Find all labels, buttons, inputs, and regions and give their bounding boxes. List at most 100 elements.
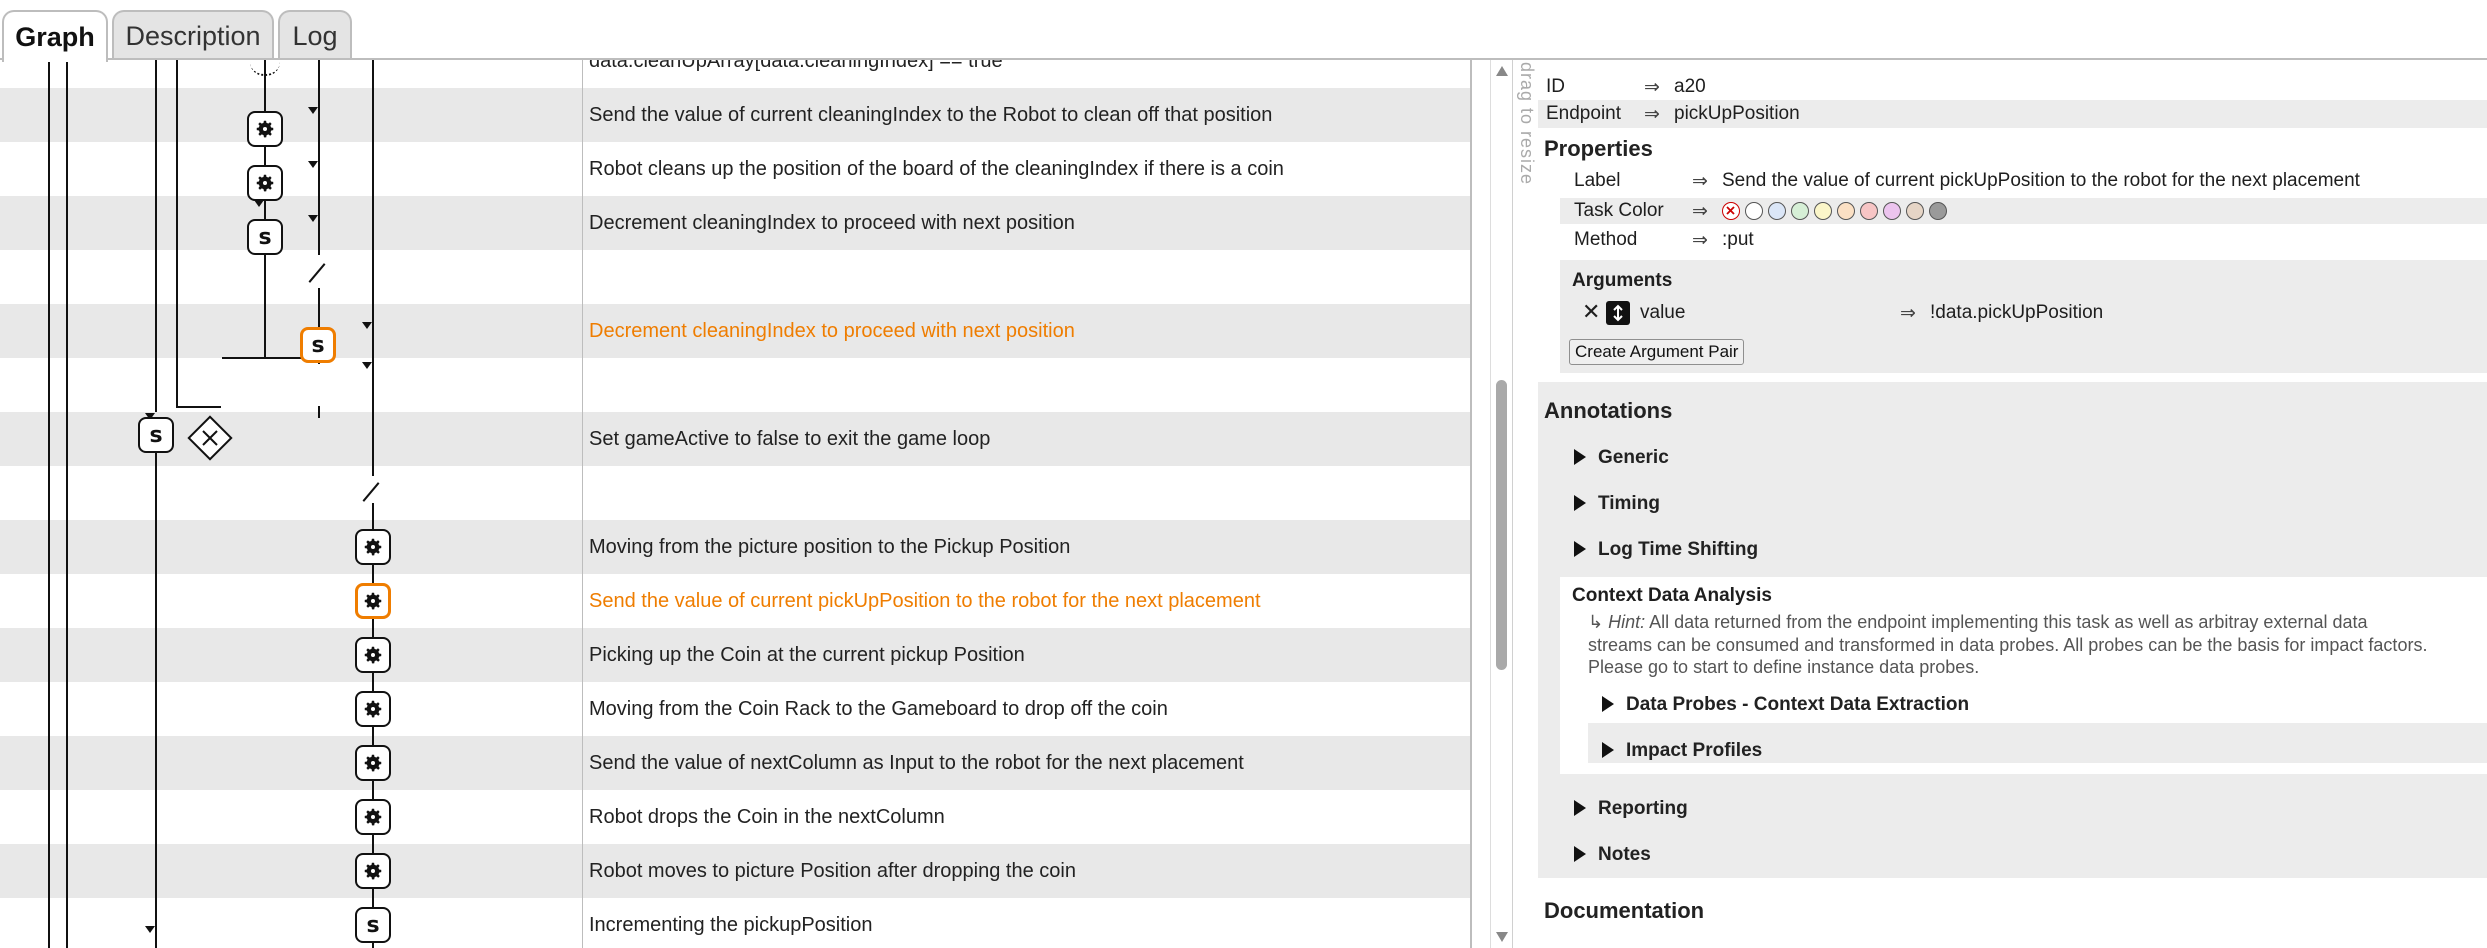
- graph-row[interactable]: Send the value of nextColumn as Input to…: [0, 736, 1470, 790]
- tab-log[interactable]: Log: [278, 10, 352, 60]
- scroll-thumb[interactable]: [1496, 380, 1507, 670]
- task-node-service[interactable]: [355, 691, 391, 727]
- task-node-service[interactable]: [355, 745, 391, 781]
- task-node-service[interactable]: [247, 111, 283, 147]
- collapsible-section[interactable]: Notes: [1574, 835, 1651, 875]
- argument-value[interactable]: !data.pickUpPosition: [1930, 301, 2103, 325]
- flow-line: [155, 453, 157, 948]
- graph-row[interactable]: Send the value of current pickUpPosition…: [0, 574, 1470, 628]
- script-node[interactable]: s: [138, 417, 174, 453]
- row-label: Send the value of nextColumn as Input to…: [589, 752, 1244, 774]
- method-value[interactable]: :put: [1722, 228, 1754, 252]
- task-node-service[interactable]: [247, 165, 283, 201]
- no-color-swatch[interactable]: [1722, 201, 1740, 220]
- graph-row[interactable]: Send the value of current cleaningIndex …: [0, 88, 1470, 142]
- row-label: Robot moves to picture Position after dr…: [589, 860, 1076, 882]
- task-node-service[interactable]: [355, 637, 391, 673]
- flow-line: [66, 60, 68, 948]
- graph-row[interactable]: data.cleanUpArray[data.cleaningIndex] ==…: [0, 60, 1470, 88]
- argument-name[interactable]: value: [1640, 301, 1685, 325]
- color-swatch[interactable]: [1860, 201, 1878, 220]
- tab-description[interactable]: Description: [112, 10, 274, 60]
- row-label: Decrement cleaningIndex to proceed with …: [589, 320, 1075, 342]
- expand-triangle-icon: [1574, 541, 1586, 557]
- script-node[interactable]: s: [355, 907, 391, 943]
- row-label: Send the value of current pickUpPosition…: [589, 590, 1261, 612]
- color-swatch[interactable]: [1814, 201, 1832, 220]
- gear-icon: [256, 120, 274, 138]
- endpoint-value[interactable]: pickUpPosition: [1674, 102, 1800, 126]
- graph-row[interactable]: Picking up the Coin at the current picku…: [0, 628, 1470, 682]
- graph-row[interactable]: [0, 358, 1470, 412]
- collapsible-section[interactable]: Generic: [1574, 438, 1669, 478]
- argument-type-icon[interactable]: [1606, 301, 1630, 325]
- graph-row[interactable]: [0, 466, 1470, 520]
- flow-line: [48, 60, 50, 948]
- resize-handle[interactable]: drag to resize: [1512, 60, 1539, 948]
- hint-arrow-icon: ↳: [1588, 612, 1604, 633]
- color-swatch[interactable]: [1906, 201, 1924, 220]
- color-swatch[interactable]: [1745, 201, 1763, 220]
- label-value[interactable]: Send the value of current pickUpPosition…: [1722, 169, 2360, 193]
- row-label: data.cleanUpArray[data.cleaningIndex] ==…: [589, 60, 1003, 72]
- task-color-key: Task Color: [1574, 200, 1664, 221]
- collapsible-section[interactable]: Timing: [1574, 484, 1660, 524]
- create-argument-pair-button[interactable]: Create Argument Pair: [1569, 339, 1745, 365]
- task-node-selected[interactable]: [355, 583, 391, 619]
- scroll-up-arrow-icon[interactable]: [1496, 66, 1508, 76]
- section-label: Reporting: [1598, 798, 1688, 819]
- row-label: Decrement cleaningIndex to proceed with …: [589, 212, 1075, 234]
- collapsible-section[interactable]: Log Time Shifting: [1574, 530, 1758, 570]
- section-label: Data Probes - Context Data Extraction: [1626, 694, 1970, 715]
- column-separator: [582, 60, 583, 948]
- flow-line: [318, 406, 320, 418]
- expand-triangle-icon: [1574, 449, 1586, 465]
- task-node-service[interactable]: [355, 799, 391, 835]
- script-node-selected[interactable]: s: [300, 327, 336, 363]
- arrow-icon: ⇒: [1900, 302, 1916, 324]
- graph-row[interactable]: Decrement cleaningIndex to proceed with …: [0, 304, 1470, 358]
- task-node-service[interactable]: [355, 529, 391, 565]
- sort-arrows-icon: [1613, 304, 1623, 322]
- graph-row[interactable]: Robot moves to picture Position after dr…: [0, 844, 1470, 898]
- graph-row[interactable]: Incrementing the pickupPositiona2: [0, 898, 1470, 948]
- collapsible-section[interactable]: Impact Profiles: [1602, 731, 1762, 771]
- script-node[interactable]: s: [247, 219, 283, 255]
- flow-line: [176, 60, 178, 407]
- hint-line-1: All data returned from the endpoint impl…: [1645, 612, 2368, 632]
- row-label: Send the value of current cleaningIndex …: [589, 104, 1273, 126]
- delete-argument-icon[interactable]: ✕: [1582, 301, 1600, 325]
- tab-graph[interactable]: Graph: [2, 10, 108, 62]
- graph-row[interactable]: Robot cleans up the position of the boar…: [0, 142, 1470, 196]
- context-data-heading: Context Data Analysis: [1572, 585, 1772, 606]
- color-swatch[interactable]: [1929, 201, 1947, 220]
- graph-scrollbar[interactable]: [1490, 60, 1513, 948]
- scroll-down-arrow-icon[interactable]: [1496, 932, 1508, 942]
- graph-row[interactable]: Moving from the picture position to the …: [0, 520, 1470, 574]
- hint-line-3: Please go to start to define instance da…: [1588, 657, 1980, 677]
- graph-row[interactable]: Robot drops the Coin in the nextColumna7: [0, 790, 1470, 844]
- tab-bar: Graph Description Log: [0, 0, 2487, 62]
- row-label: Moving from the picture position to the …: [589, 536, 1071, 558]
- expand-triangle-icon: [1574, 800, 1586, 816]
- color-swatch[interactable]: [1837, 201, 1855, 220]
- collapsible-section[interactable]: Data Probes - Context Data Extraction: [1602, 685, 1969, 725]
- task-node-service[interactable]: [355, 853, 391, 889]
- collapsible-section[interactable]: Reporting: [1574, 789, 1688, 829]
- graph-row[interactable]: [0, 250, 1470, 304]
- color-swatch[interactable]: [1768, 201, 1786, 220]
- column-separator: [1470, 60, 1472, 948]
- gear-icon: [364, 538, 382, 556]
- row-label: Robot drops the Coin in the nextColumn: [589, 806, 945, 828]
- method-key: Method: [1574, 229, 1638, 250]
- graph-row[interactable]: Decrement cleaningIndex to proceed with …: [0, 196, 1470, 250]
- gear-icon: [364, 700, 382, 718]
- properties-heading: Properties: [1544, 136, 1653, 161]
- section-label: Generic: [1598, 447, 1669, 468]
- arguments-heading: Arguments: [1572, 270, 1673, 291]
- process-graph[interactable]: data.cleanUpArray[data.cleaningIndex] ==…: [0, 60, 1470, 948]
- color-swatch[interactable]: [1883, 201, 1901, 220]
- graph-row[interactable]: Moving from the Coin Rack to the Gameboa…: [0, 682, 1470, 736]
- parallel-close-icon: [202, 430, 218, 446]
- color-swatch[interactable]: [1791, 201, 1809, 220]
